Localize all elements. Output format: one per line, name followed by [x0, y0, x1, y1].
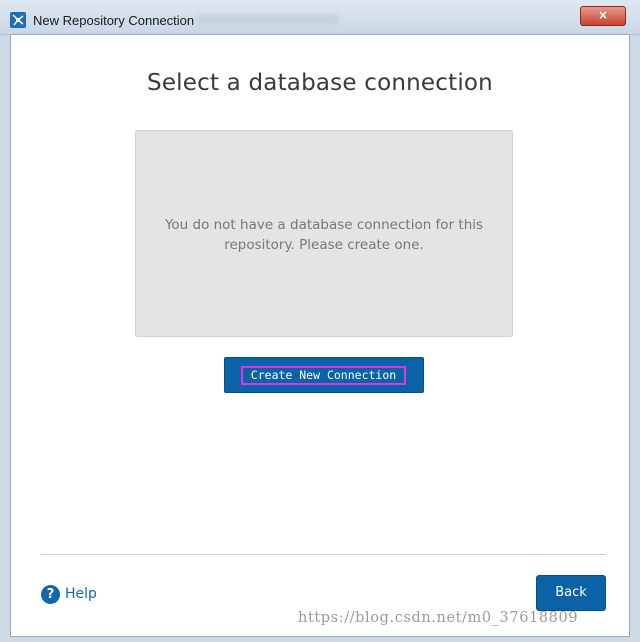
close-button[interactable]: × [580, 6, 626, 26]
window-title: New Repository Connection [33, 13, 195, 28]
footer-divider [41, 554, 606, 555]
watermark: https://blog.csdn.net/m0_37618809 [298, 610, 579, 626]
dialog-window: New Repository Connection × Select a dat… [0, 0, 640, 642]
help-label: Help [65, 586, 97, 602]
create-new-connection-button[interactable]: Create New Connection [224, 357, 424, 393]
connection-list: You do not have a database connection fo… [135, 130, 513, 337]
blurred-path [198, 14, 338, 25]
dialog-content: Select a database connection You do not … [10, 34, 630, 637]
help-link[interactable]: ? Help [41, 584, 97, 604]
app-icon [10, 12, 26, 28]
title-bar[interactable]: New Repository Connection × [0, 0, 640, 35]
close-icon: × [597, 8, 609, 22]
empty-state-message: You do not have a database connection fo… [164, 217, 484, 253]
help-icon: ? [41, 584, 60, 604]
page-title: Select a database connection [147, 70, 493, 96]
back-button[interactable]: Back [536, 575, 606, 611]
create-button-label: Create New Connection [241, 366, 406, 385]
